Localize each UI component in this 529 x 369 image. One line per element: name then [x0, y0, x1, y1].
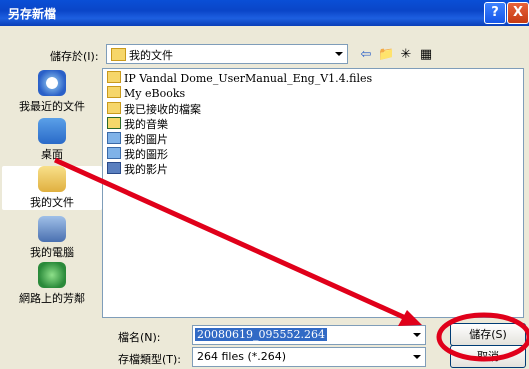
file-name: 我的圖形: [124, 148, 168, 161]
place-label: 我的文件: [30, 196, 74, 209]
list-item[interactable]: My eBooks: [107, 86, 185, 101]
filetype-label: 存檔類型(T):: [118, 353, 182, 366]
list-item[interactable]: 我的音樂: [107, 116, 168, 131]
video-folder-icon: [107, 162, 121, 174]
place-recent[interactable]: 我最近的文件: [2, 70, 102, 114]
cancel-button[interactable]: 取消: [450, 345, 526, 368]
filename-field[interactable]: 20080619_095552.264: [192, 325, 426, 345]
computer-icon: [38, 216, 66, 242]
file-name: My eBooks: [124, 87, 186, 100]
place-label: 桌面: [41, 148, 63, 161]
back-icon[interactable]: ⇦: [358, 47, 374, 63]
folder-icon: [107, 86, 121, 98]
place-mydocs[interactable]: 我的文件: [2, 166, 102, 210]
new-folder-icon[interactable]: ✳: [398, 47, 414, 63]
file-name: IP Vandal Dome_UserManual_Eng_V1.4.files: [124, 72, 373, 85]
view-menu-icon[interactable]: ▦: [418, 47, 434, 63]
recent-icon: [38, 70, 66, 96]
list-item[interactable]: 我的圖形: [107, 146, 168, 161]
filename-label: 檔名(N):: [118, 331, 161, 344]
save-as-dialog: 另存新檔 ? X 儲存於(I): 我的文件 ⇦ 📁 ✳ ▦ 我最近的文件 桌面 …: [0, 0, 529, 369]
file-name: 我已接收的檔案: [124, 103, 201, 116]
file-name: 我的圖片: [124, 133, 168, 146]
close-button[interactable]: X: [507, 2, 529, 24]
filetype-value: 264 files (*.264): [197, 350, 287, 363]
save-in-combo[interactable]: 我的文件: [106, 44, 348, 64]
places-bar: 我最近的文件 桌面 我的文件 我的電腦 網路上的芳鄰: [2, 70, 102, 320]
desktop-icon: [38, 118, 66, 144]
filetype-select[interactable]: 264 files (*.264): [192, 347, 426, 367]
save-in-label: 儲存於(I):: [50, 50, 99, 63]
chevron-down-icon[interactable]: [330, 45, 347, 63]
file-list[interactable]: IP Vandal Dome_UserManual_Eng_V1.4.files…: [102, 68, 524, 318]
list-item[interactable]: 我已接收的檔案: [107, 101, 201, 116]
place-label: 我最近的文件: [19, 100, 85, 113]
save-button[interactable]: 儲存(S): [450, 323, 526, 346]
save-in-value: 我的文件: [129, 49, 173, 62]
help-button[interactable]: ?: [484, 2, 506, 24]
folder-icon: [107, 102, 121, 114]
place-network[interactable]: 網路上的芳鄰: [2, 262, 102, 306]
chevron-down-icon[interactable]: [408, 348, 425, 366]
list-item[interactable]: 我的影片: [107, 161, 168, 176]
music-folder-icon: [107, 117, 121, 129]
graphics-folder-icon: [107, 147, 121, 159]
window-title: 另存新檔: [8, 7, 57, 21]
list-item[interactable]: IP Vandal Dome_UserManual_Eng_V1.4.files: [107, 71, 372, 86]
up-folder-icon[interactable]: 📁: [378, 47, 394, 63]
list-item[interactable]: 我的圖片: [107, 131, 168, 146]
chevron-down-icon[interactable]: [408, 326, 425, 344]
title-bar[interactable]: 另存新檔 ? X: [0, 0, 529, 26]
place-mycomputer[interactable]: 我的電腦: [2, 216, 102, 260]
folder-icon: [111, 48, 126, 61]
pictures-folder-icon: [107, 132, 121, 144]
network-icon: [38, 262, 66, 288]
file-name: 我的音樂: [124, 118, 168, 131]
folder-icon: [107, 71, 121, 83]
filename-value: 20080619_095552.264: [195, 328, 327, 341]
place-label: 我的電腦: [30, 246, 74, 259]
place-label: 網路上的芳鄰: [19, 292, 85, 305]
place-desktop[interactable]: 桌面: [2, 118, 102, 162]
file-name: 我的影片: [124, 163, 168, 176]
my-documents-icon: [38, 166, 66, 192]
